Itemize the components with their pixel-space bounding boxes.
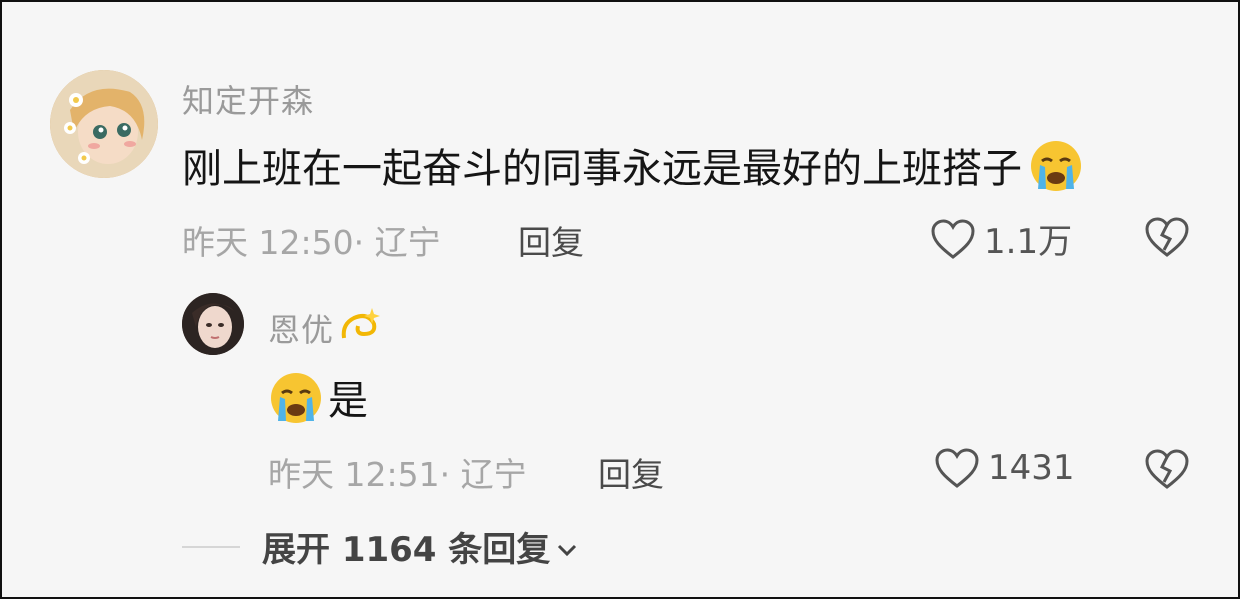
expand-replies-button[interactable]: 展开 1164 条回复 bbox=[262, 522, 578, 571]
reply-reply-button[interactable]: 回复 bbox=[598, 448, 664, 496]
comment-username[interactable]: 知定开森 bbox=[182, 76, 314, 122]
reply-username-row: 恩优 bbox=[268, 304, 384, 352]
avatar-illustration bbox=[50, 70, 158, 178]
expand-replies-row: 展开 1164 条回复 bbox=[182, 522, 578, 571]
broken-heart-icon bbox=[1145, 449, 1189, 489]
broken-heart-icon bbox=[1145, 217, 1189, 257]
loudly-crying-face-icon bbox=[268, 369, 324, 425]
reply-text: 是 bbox=[328, 378, 368, 424]
reply-text-row: 是 bbox=[268, 368, 368, 426]
chevron-down-icon bbox=[556, 527, 578, 567]
comment-like-button[interactable]: 1.1万 bbox=[930, 214, 1072, 263]
reply-user-avatar[interactable] bbox=[182, 293, 244, 355]
expand-replies-label: 展开 1164 条回复 bbox=[262, 530, 551, 570]
reply-avatar-photo bbox=[182, 293, 244, 355]
heart-icon bbox=[935, 448, 979, 488]
reply-like-count: 1431 bbox=[988, 448, 1075, 488]
user-avatar[interactable] bbox=[50, 70, 158, 178]
comment-timestamp-location: 昨天 12:50· 辽宁 bbox=[182, 223, 441, 262]
comment-thread: 知定开森 刚上班在一起奋斗的同事永远是最好的上班搭子 昨天 12:50· 辽宁 … bbox=[0, 0, 1240, 599]
reply-timestamp-location: 昨天 12:51· 辽宁 bbox=[268, 455, 527, 494]
loudly-crying-face-icon bbox=[1028, 137, 1084, 193]
comment-text: 刚上班在一起奋斗的同事永远是最好的上班搭子 bbox=[182, 146, 1022, 192]
dizzy-symbol-icon bbox=[338, 304, 384, 352]
reply-dislike-button[interactable] bbox=[1144, 448, 1190, 494]
divider-line bbox=[182, 545, 240, 548]
reply-like-button[interactable]: 1431 bbox=[934, 447, 1075, 489]
comment-like-count: 1.1万 bbox=[984, 222, 1073, 262]
reply-username[interactable]: 恩优 bbox=[268, 305, 334, 351]
comment-dislike-button[interactable] bbox=[1144, 216, 1190, 262]
comment-reply-button[interactable]: 回复 bbox=[518, 216, 584, 264]
heart-icon bbox=[931, 218, 975, 259]
comment-text-row: 刚上班在一起奋斗的同事永远是最好的上班搭子 bbox=[182, 136, 1084, 194]
